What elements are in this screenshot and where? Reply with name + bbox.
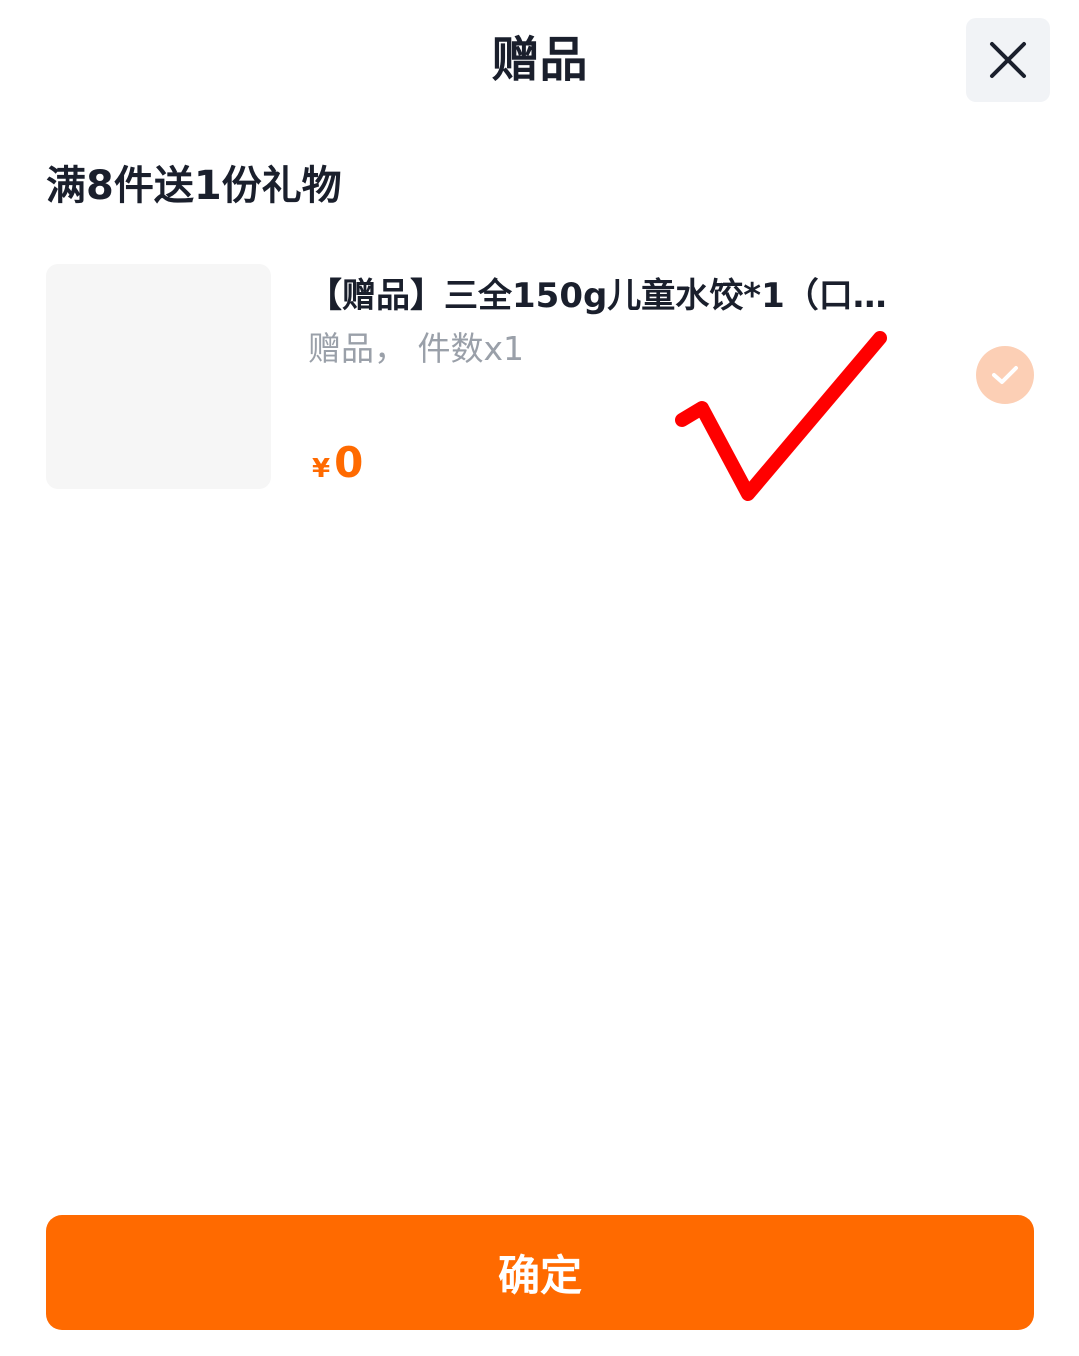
confirm-button[interactable]: 确定: [46, 1215, 1034, 1330]
close-button[interactable]: [966, 18, 1050, 102]
annotation-checkmark-icon: [670, 326, 892, 506]
page-title: 赠品: [491, 32, 588, 88]
product-title: 【赠品】三全150g儿童水饺*1（口…: [308, 276, 887, 316]
checkmark-icon: [992, 366, 1018, 384]
product-subtitle: 赠品， 件数x1: [308, 329, 525, 368]
gift-selection-sheet: 赠品 满8件送1份礼物 【赠品】三全150g儿童水饺*1（口… 赠品， 件数x1…: [0, 0, 1079, 1356]
close-icon: [990, 42, 1026, 78]
price-value: 0: [334, 438, 364, 487]
product-price: ¥0: [312, 434, 363, 501]
select-checkbox[interactable]: [976, 346, 1034, 404]
promo-title: 满8件送1份礼物: [46, 163, 342, 209]
currency-symbol: ¥: [312, 454, 331, 484]
product-image: [46, 264, 271, 489]
